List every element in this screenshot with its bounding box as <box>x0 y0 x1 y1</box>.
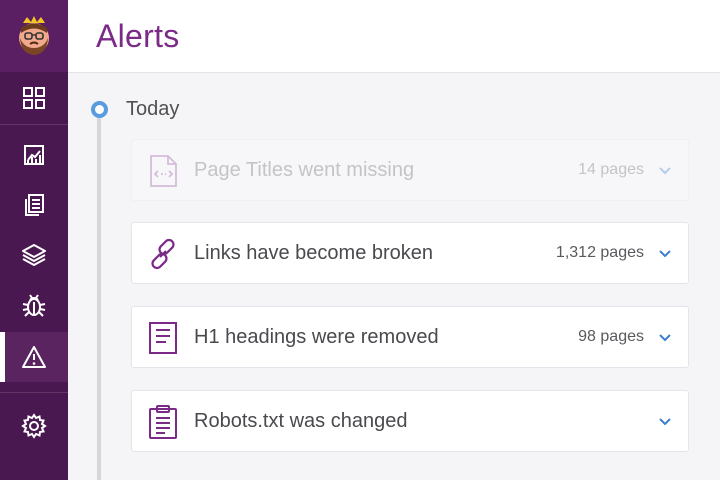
layers-icon <box>22 244 46 266</box>
chart-icon <box>24 145 44 165</box>
alert-count: 14 pages <box>578 161 644 178</box>
alert-card[interactable]: Page Titles went missing 14 pages <box>131 139 689 201</box>
broken-link-icon <box>146 237 180 271</box>
alert-text: H1 headings were removed <box>194 326 439 348</box>
warning-icon <box>22 346 46 368</box>
alert-card[interactable]: Robots.txt was changed <box>131 390 689 452</box>
code-file-icon <box>146 154 180 188</box>
day-label: Today <box>126 98 180 120</box>
grid-icon <box>23 87 45 109</box>
timeline-line <box>97 118 101 480</box>
alert-card[interactable]: Links have become broken 1,312 pages <box>131 222 689 284</box>
sidebar-item-pages[interactable] <box>0 180 68 230</box>
timeline-dot <box>91 101 108 118</box>
alert-text: Page Titles went missing <box>194 159 415 181</box>
alert-count: 98 pages <box>578 328 644 345</box>
alert-text: Robots.txt was changed <box>194 410 408 432</box>
document-icon <box>146 321 180 355</box>
sidebar <box>0 0 68 480</box>
pages-icon <box>25 194 44 216</box>
sidebar-item-reports[interactable] <box>0 130 68 180</box>
gear-icon <box>21 413 47 439</box>
nav-divider <box>0 392 68 393</box>
avatar-icon <box>19 16 49 55</box>
nav-divider <box>0 124 68 125</box>
chevron-down-icon[interactable] <box>658 331 672 345</box>
chevron-down-icon[interactable] <box>658 247 672 261</box>
page-header: Alerts <box>68 0 720 73</box>
sidebar-item-layers[interactable] <box>0 230 68 280</box>
alert-count: 1,312 pages <box>555 244 644 261</box>
chevron-down-icon[interactable] <box>658 415 672 429</box>
page-title: Alerts <box>96 18 180 54</box>
user-avatar[interactable] <box>0 0 68 72</box>
alert-card[interactable]: H1 headings were removed 98 pages <box>131 306 689 368</box>
chevron-down-icon[interactable] <box>658 164 672 178</box>
sidebar-item-alerts[interactable] <box>0 332 68 382</box>
alert-text: Links have become broken <box>194 242 434 264</box>
sidebar-item-issues[interactable] <box>0 280 68 330</box>
bug-icon <box>22 294 46 317</box>
sidebar-item-dashboard[interactable] <box>0 73 68 123</box>
clipboard-icon <box>146 405 180 439</box>
sidebar-item-settings[interactable] <box>0 401 68 451</box>
